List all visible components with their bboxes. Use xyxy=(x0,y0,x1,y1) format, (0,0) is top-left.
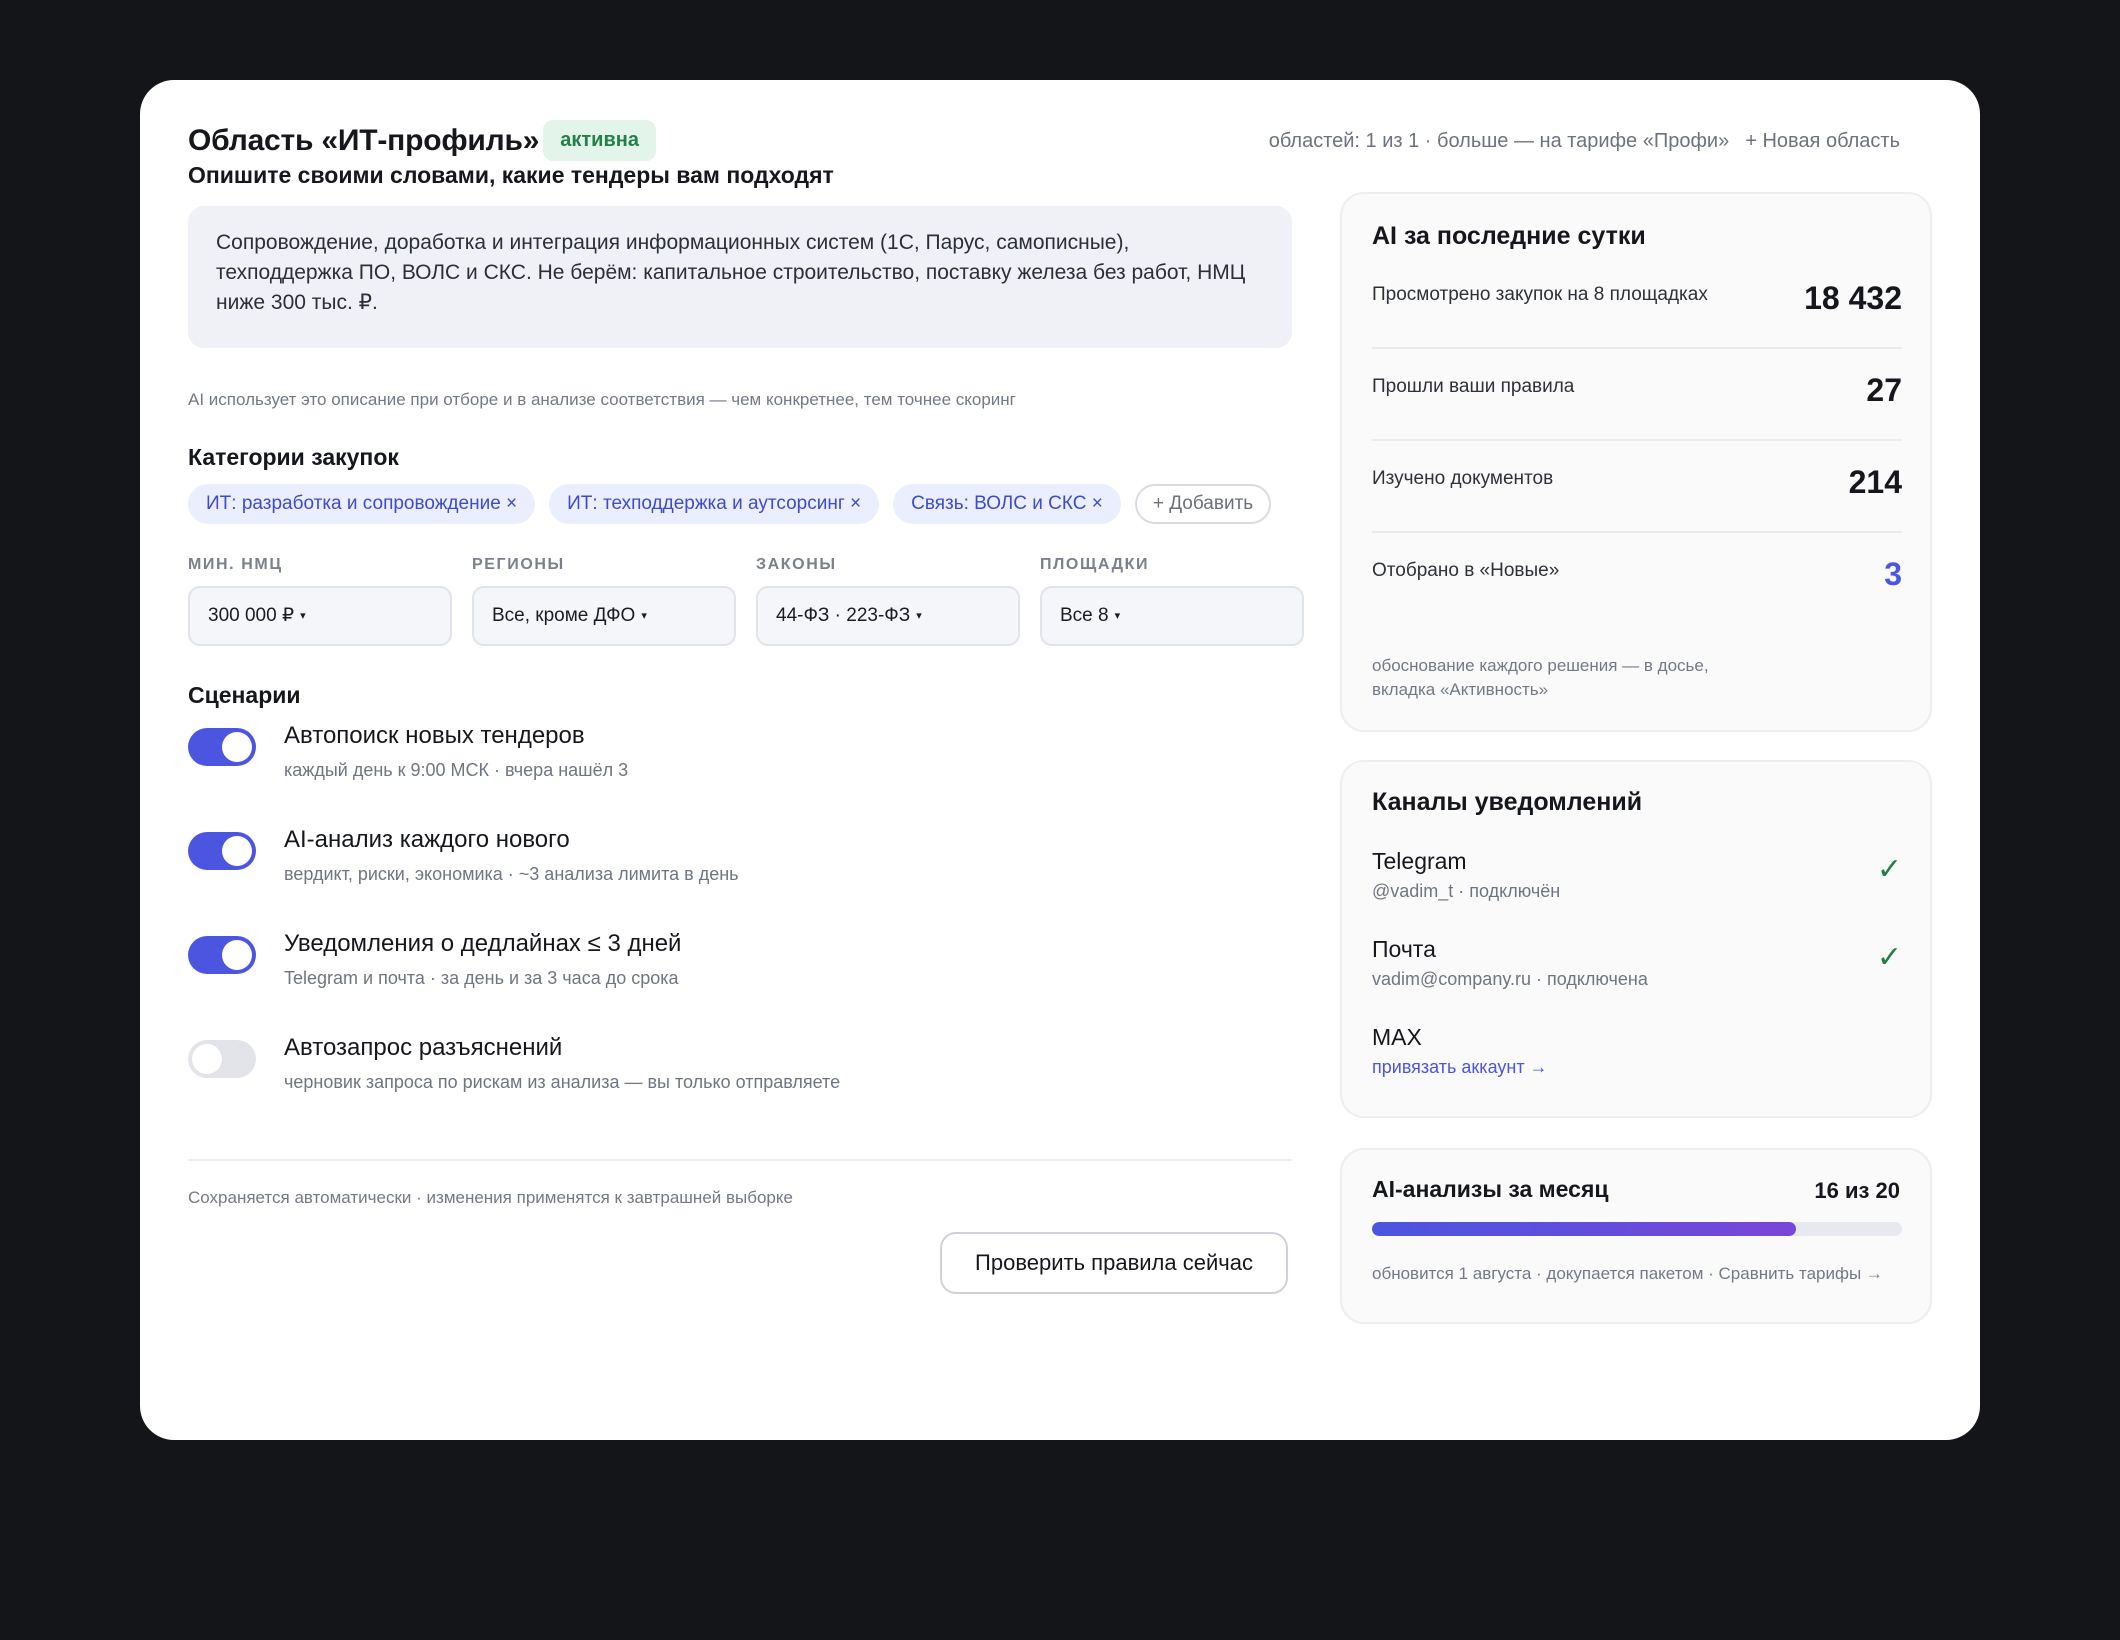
usage-progress-bar xyxy=(1372,1222,1902,1236)
check-rules-button[interactable]: Проверить правила сейчас xyxy=(940,1232,1288,1294)
check-icon: ✓ xyxy=(1876,853,1902,886)
toggle-knob xyxy=(192,1044,222,1074)
platforms-select[interactable]: Все 8 ▾ xyxy=(1040,586,1304,646)
stat-value: 27 xyxy=(1866,372,1902,408)
filter-platforms: ПЛОЩАДКИ Все 8 ▾ xyxy=(1040,556,1304,646)
scenario-toggle[interactable] xyxy=(188,832,256,870)
usage-note[interactable]: обновится 1 августа · докупается пакетом… xyxy=(1372,1264,1883,1284)
header-meta: областей: 1 из 1 · больше — на тарифе «П… xyxy=(1269,130,1900,153)
scenario-description: черновик запроса по рискам из анализа — … xyxy=(284,1072,841,1092)
filters-row: МИН. НМЦ 300 000 ₽ ▾ РЕГИОНЫ Все, кроме Д… xyxy=(188,556,1304,646)
page-title: Область «ИТ-профиль» xyxy=(188,123,540,157)
scenario-autosearch: Автопоиск новых тендеров каждый день к 9… xyxy=(188,722,1292,832)
scenario-title: Автозапрос разъяснений xyxy=(284,1034,563,1061)
channel-telegram: Telegram @vadim_t · подключён ✓ xyxy=(1372,848,1902,902)
stat-label: Просмотрено закупок на 8 площадках xyxy=(1372,284,1708,305)
add-category-button[interactable]: + Добавить xyxy=(1134,484,1272,524)
channel-name: Почта xyxy=(1372,936,1436,962)
panel-title: AI-анализы за месяц xyxy=(1372,1176,1609,1202)
scenario-clarification-requests: Автозапрос разъяснений черновик запроса … xyxy=(188,1034,1292,1144)
channel-status: vadim@company.ru · подключена xyxy=(1372,969,1648,989)
scenarios-label: Сценарии xyxy=(188,682,301,708)
stat-divider xyxy=(1372,439,1902,441)
usage-progress-fill xyxy=(1372,1222,1796,1236)
stat-value: 3 xyxy=(1884,556,1902,592)
description-hint: AI использует это описание при отборе и … xyxy=(188,390,1016,409)
category-chip-telecom[interactable]: Связь: ВОЛС и СКС × xyxy=(893,484,1121,524)
select-value: Все, кроме ДФО xyxy=(492,605,636,626)
scenario-description: вердикт, риски, экономика · ~3 анализа л… xyxy=(284,864,739,884)
description-label: Опишите своими словами, какие тендеры ва… xyxy=(188,162,834,188)
laws-select[interactable]: 44-ФЗ · 223-ФЗ ▾ xyxy=(756,586,1020,646)
scenarios-list: Автопоиск новых тендеров каждый день к 9… xyxy=(188,722,1292,1144)
scenario-description: каждый день к 9:00 МСК · вчера нашёл 3 xyxy=(284,760,629,780)
chevron-down-icon: ▾ xyxy=(1114,610,1121,622)
stats-note-line: вкладка «Активность» xyxy=(1372,680,1549,699)
filter-label: ЗАКОНЫ xyxy=(756,556,837,573)
panel-title: Каналы уведомлений xyxy=(1372,788,1643,816)
stat-divider xyxy=(1372,347,1902,349)
select-value: 300 000 ₽ xyxy=(208,605,295,626)
chevron-down-icon: ▾ xyxy=(641,610,647,622)
stats-note-line: обоснование каждого решения — в досье, xyxy=(1372,656,1709,675)
autosave-note: Сохраняется автоматически · изменения пр… xyxy=(188,1188,793,1207)
scenario-toggle[interactable] xyxy=(188,936,256,974)
select-value: 44-ФЗ · 223-ФЗ xyxy=(776,605,911,626)
scenario-deadline-alerts: Уведомления о дедлайнах ≤ 3 дней Telegra… xyxy=(188,930,1292,1040)
stat-divider xyxy=(1372,531,1902,533)
scenario-toggle[interactable] xyxy=(188,728,256,766)
stat-label: Отобрано в «Новые» xyxy=(1372,560,1560,581)
ai-usage-panel: AI-анализы за месяц 16 из 20 обновится 1… xyxy=(1340,1148,1932,1324)
channel-name: MAX xyxy=(1372,1024,1422,1050)
stat-label: Прошли ваши правила xyxy=(1372,376,1575,397)
channel-name: Telegram xyxy=(1372,848,1467,874)
description-textarea[interactable]: Сопровождение, доработка и интеграция ин… xyxy=(188,206,1292,348)
category-chip-it-support[interactable]: ИТ: техподдержка и аутсорсинг × xyxy=(549,484,880,524)
scenario-title: Уведомления о дедлайнах ≤ 3 дней xyxy=(284,930,682,957)
category-chip-it-dev[interactable]: ИТ: разработка и сопровождение × xyxy=(188,484,536,524)
category-chips: ИТ: разработка и сопровождение × ИТ: тех… xyxy=(188,484,1272,524)
channel-email: Почта vadim@company.ru · подключена ✓ xyxy=(1372,936,1902,990)
filter-label: МИН. НМЦ xyxy=(188,556,283,573)
chevron-down-icon: ▾ xyxy=(916,610,922,622)
link-account-link[interactable]: привязать аккаунт → xyxy=(1372,1057,1902,1078)
area-settings-card: Область «ИТ-профиль» активна областей: 1… xyxy=(140,80,1980,1440)
filter-regions: РЕГИОНЫ Все, кроме ДФО ▾ xyxy=(472,556,736,646)
scenario-title: AI-анализ каждого нового xyxy=(284,826,570,853)
toggle-knob xyxy=(222,732,252,762)
select-value: Все 8 xyxy=(1060,605,1109,626)
scenario-ai-analysis: AI-анализ каждого нового вердикт, риски,… xyxy=(188,826,1292,936)
ai-stats-panel: AI за последние сутки Просмотрено закупо… xyxy=(1340,192,1932,732)
notification-channels-panel: Каналы уведомлений Telegram @vadim_t · п… xyxy=(1340,760,1932,1118)
chevron-down-icon: ▾ xyxy=(300,610,306,622)
scenario-toggle[interactable] xyxy=(188,1040,256,1078)
toggle-knob xyxy=(222,940,252,970)
filter-min-price: МИН. НМЦ 300 000 ₽ ▾ xyxy=(188,556,452,646)
min-price-select[interactable]: 300 000 ₽ ▾ xyxy=(188,586,452,646)
filter-laws: ЗАКОНЫ 44-ФЗ · 223-ФЗ ▾ xyxy=(756,556,1020,646)
filter-label: РЕГИОНЫ xyxy=(472,556,565,573)
areas-count-info: областей: 1 из 1 · больше — на тарифе «П… xyxy=(1268,130,1730,152)
header: Область «ИТ-профиль» активна xyxy=(188,120,656,161)
filter-label: ПЛОЩАДКИ xyxy=(1040,556,1150,573)
regions-select[interactable]: Все, кроме ДФО ▾ xyxy=(472,586,736,646)
panel-title: AI за последние сутки xyxy=(1372,222,1646,250)
stat-label: Изучено документов xyxy=(1372,468,1554,489)
scenario-title: Автопоиск новых тендеров xyxy=(284,722,585,749)
scenario-description: Telegram и почта · за день и за 3 часа д… xyxy=(284,968,679,988)
check-icon: ✓ xyxy=(1876,941,1902,974)
stats-note: обоснование каждого решения — в досье, в… xyxy=(1372,654,1709,702)
stat-value: 214 xyxy=(1848,464,1902,500)
channel-max: MAX привязать аккаунт → xyxy=(1372,1024,1902,1078)
toggle-knob xyxy=(222,836,252,866)
footer-divider xyxy=(188,1159,1292,1161)
categories-label: Категории закупок xyxy=(188,444,399,470)
status-badge: активна xyxy=(543,120,656,161)
channel-status: @vadim_t · подключён xyxy=(1372,881,1561,901)
new-area-link[interactable]: + Новая область xyxy=(1745,130,1900,153)
usage-count: 16 из 20 xyxy=(1814,1178,1900,1203)
stat-value: 18 432 xyxy=(1804,280,1902,316)
